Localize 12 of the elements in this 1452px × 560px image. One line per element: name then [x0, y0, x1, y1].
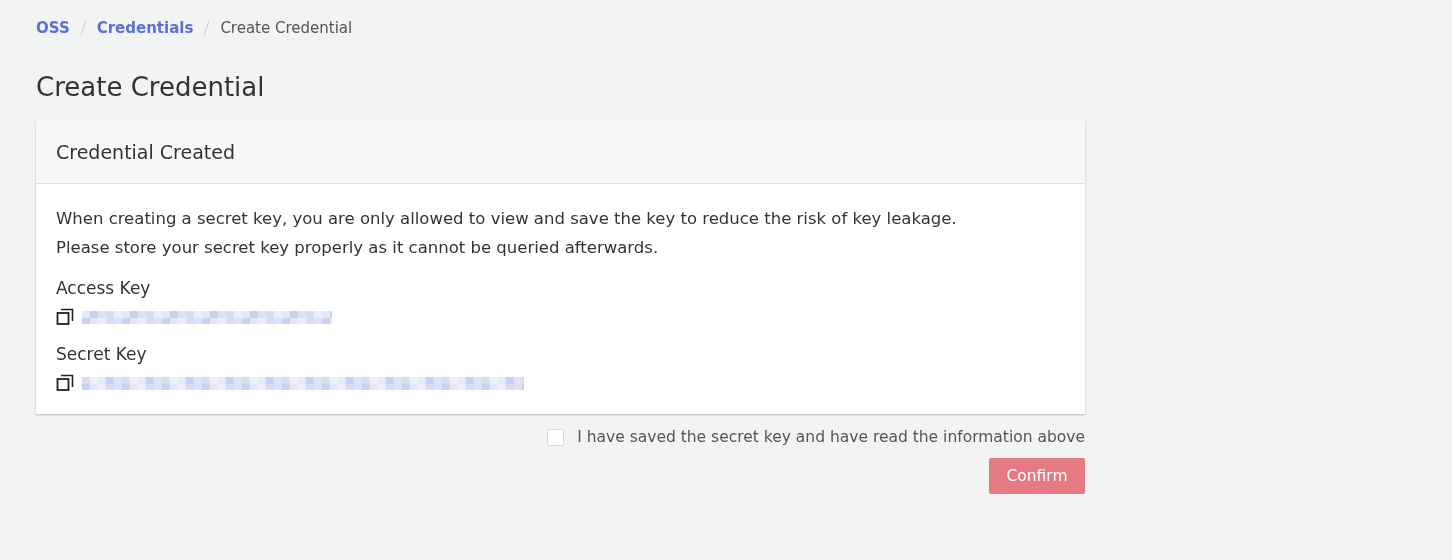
breadcrumb-link[interactable]: Credentials — [96, 19, 194, 37]
breadcrumb-link[interactable]: OSS — [36, 19, 70, 37]
page-title: Create Credential — [36, 72, 266, 102]
key-label: Secret Key — [56, 343, 148, 366]
copy-icon[interactable] — [56, 374, 74, 392]
key-label: Access Key — [56, 277, 152, 300]
copy-icon[interactable] — [56, 308, 74, 326]
checkbox-label: I have saved the secret key and have read the information above — [577, 428, 1085, 446]
notice-text: When creating a secret key, you are only allowed to view and save the key to reduce the risk of key leakage. Please store your secret key properly as it cannot be queried afterwards. — [56, 208, 958, 259]
card-title: Credential Created — [56, 140, 236, 163]
checkbox[interactable] — [547, 428, 565, 446]
breadcrumb-current: Create Credential — [220, 19, 353, 37]
